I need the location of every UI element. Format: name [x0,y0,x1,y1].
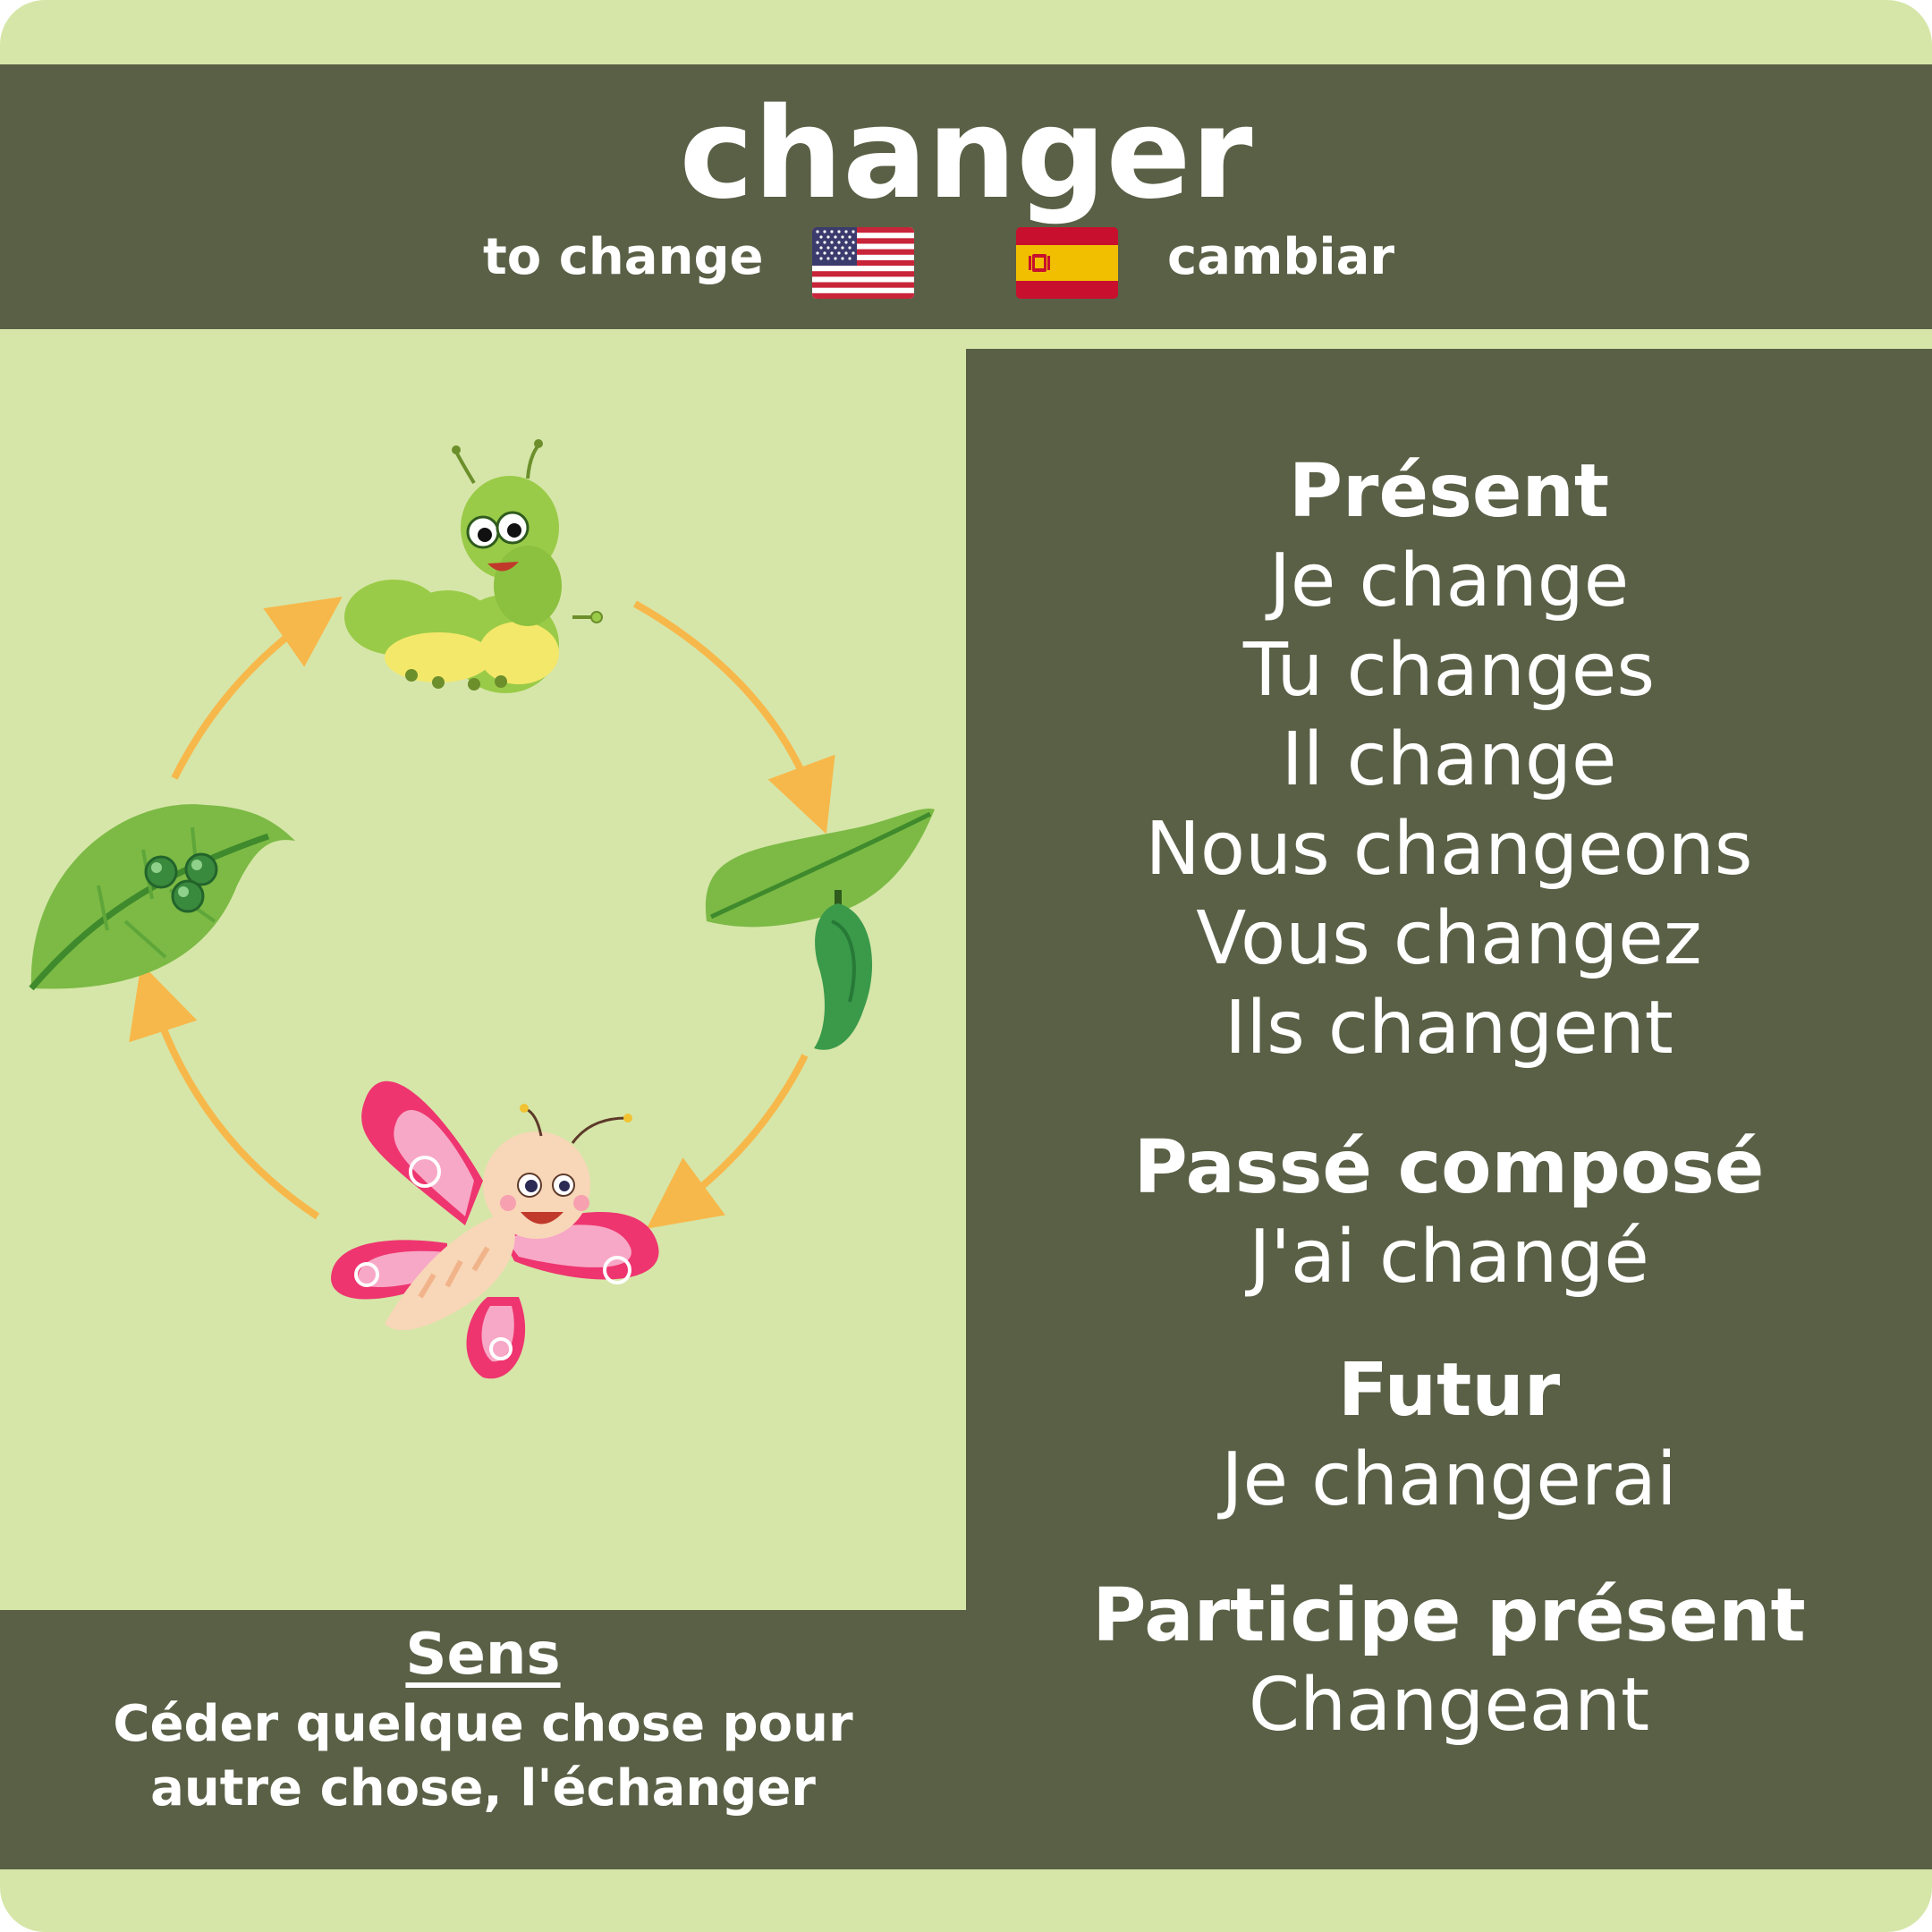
present-form-vous: Vous changez [1196,896,1702,981]
spain-flag-icon [1016,227,1118,299]
present-heading: Présent [1288,449,1610,534]
meaning-block: Sens Céder quelque chose pour autre chos… [0,1617,966,1821]
butterfly-icon [331,1080,659,1379]
present-form-nous: Nous changeons [1145,807,1753,892]
present-form-tu: Tu changes [1242,628,1656,713]
meaning-line-1: Céder quelque chose pour [113,1695,853,1753]
passe-compose-form: J'ai changé [1249,1215,1649,1300]
leaf-with-eggs-icon [29,804,295,991]
us-flag-icon [812,227,914,299]
futur-form: Je changerai [1221,1437,1677,1522]
caterpillar-icon [344,439,603,693]
spanish-translation: cambiar [1167,228,1395,286]
arrow-leaf-to-caterpillar [171,597,343,780]
english-translation: to change [483,228,764,286]
meaning-text: Céder quelque chose pour autre chose, l'… [0,1692,966,1821]
arrow-caterpillar-to-chrysalis [633,600,835,835]
meaning-title: Sens [405,1622,561,1688]
participe-present-form: Changeant [1248,1663,1650,1748]
participe-present-heading: Participe présent [1092,1573,1806,1658]
present-form-il: Il change [1281,717,1617,802]
arrow-chrysalis-to-butterfly [646,1054,809,1229]
present-form-ils: Ils changent [1224,986,1674,1071]
passe-compose-heading: Passé composé [1133,1125,1765,1210]
arrow-butterfly-to-leaf [129,962,320,1220]
present-form-je: Je change [1268,538,1630,623]
life-cycle-illustration [0,349,966,1610]
verb-card: changer to change cambiar Présent Je cha… [0,0,1932,1932]
meaning-line-2: autre chose, l'échanger [150,1759,816,1818]
chrysalis-icon [705,809,935,1050]
futur-heading: Futur [1337,1348,1561,1433]
verb-title: changer [679,81,1253,227]
